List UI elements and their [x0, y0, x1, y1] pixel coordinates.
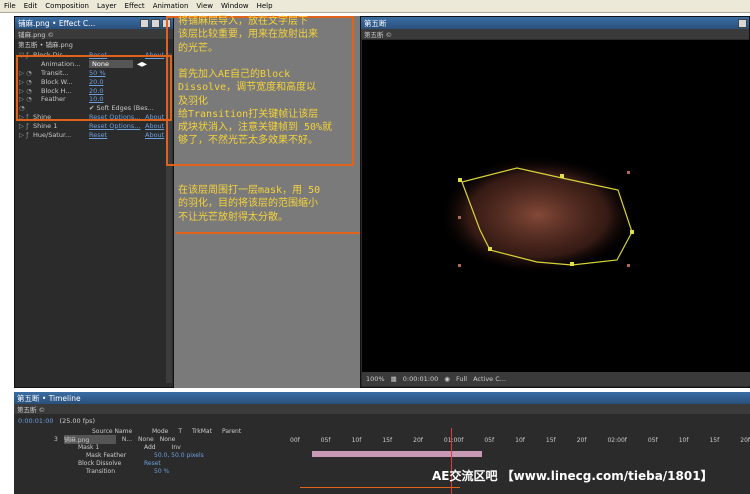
about-link[interactable]: About [145, 122, 164, 130]
camera-icon[interactable]: ◉ [444, 375, 450, 383]
menu-file[interactable]: File [4, 2, 16, 10]
annotation-top: 将铺麻层导入，放在文字层下 该层比较重要，用来在放射出来 的光芒。 [178, 16, 318, 54]
mask-overlay-svg [438, 155, 638, 275]
current-time-indicator[interactable] [451, 428, 452, 494]
ruler-tick: 05f [484, 437, 495, 444]
layer-trkmat[interactable]: None [138, 436, 154, 443]
effect-row-hue-saturation[interactable]: ▷ ƒ Hue/Satur... Reset About [19, 130, 173, 139]
reset-link[interactable]: Reset [89, 131, 145, 139]
keyframe-track-line [300, 487, 460, 488]
transition-value[interactable]: 50 % [154, 468, 169, 475]
transition-name: Transition [86, 467, 116, 475]
about-link[interactable]: About [145, 131, 164, 139]
watermark: AE交流区吧 【www.linecg.com/tieba/1801】 [432, 469, 713, 483]
resolution-select[interactable]: Full [456, 375, 467, 383]
menu-window[interactable]: Window [221, 2, 249, 10]
mask-feather-name: Mask Feather [86, 451, 127, 459]
ruler-tick: 05f [647, 437, 658, 444]
column-mode: Mode [152, 428, 169, 435]
menu-help[interactable]: Help [257, 2, 273, 10]
active-camera-select[interactable]: Active C... [473, 375, 506, 383]
timeline-fps: (25.00 fps) [59, 417, 96, 425]
ruler-tick: 05f [320, 437, 331, 444]
menu-view[interactable]: View [196, 2, 213, 10]
effect-controls-titlebar: 铺麻.png • Effect C... [15, 17, 173, 29]
composition-toolbar: 100% ▦ 0:00:01:00 ◉ Full Active C... [362, 372, 750, 386]
mask-invert[interactable]: Inv [172, 444, 181, 451]
menu-effect[interactable]: Effect [125, 2, 145, 10]
layer-parent[interactable]: None [160, 436, 176, 443]
mask-mode[interactable]: Add [144, 444, 156, 451]
layer-name[interactable]: 铺麻.png [63, 434, 116, 444]
ruler-tick: 20f [740, 437, 750, 444]
composition-titlebar: 第五断 [361, 17, 749, 29]
menu-bar: File Edit Composition Layer Effect Anima… [0, 0, 750, 13]
ruler-tick: 10f [678, 437, 689, 444]
ruler-tick: 15f [382, 437, 393, 444]
timeline-tab[interactable]: 第五断 © [14, 404, 750, 414]
ruler-tick: 02:00f [607, 437, 627, 444]
effect-controls-title: 铺麻.png • Effect C... [18, 18, 96, 28]
ruler-tick: 15f [709, 437, 720, 444]
timeline-time[interactable]: 0:00:01:00 [18, 417, 54, 425]
composition-viewer[interactable] [362, 40, 750, 372]
time-ruler[interactable]: 00f 05f 10f 15f 20f 01:00f 05f 10f 15f 2… [290, 437, 750, 447]
menu-composition[interactable]: Composition [45, 2, 89, 10]
annotation-middle: 首先加入AE自己的Block Dissolve，调节宽度和高度以 及羽化 给Tr… [178, 69, 333, 147]
annotation-mask: 在该层周围打一层mask，用 50 的羽化，目的将该层的范围缩小 不让光芒放射得… [178, 185, 321, 223]
reset-link[interactable]: Reset Options... [89, 122, 145, 130]
timeline-header: 0:00:01:00 (25.00 fps) [14, 414, 750, 428]
maximize-icon[interactable] [151, 18, 160, 28]
column-trkmat: TrkMat [192, 428, 212, 435]
timeline-columns: Source Name Mode T TrkMat Parent [14, 428, 750, 435]
column-t: T [178, 428, 183, 435]
effect-reset[interactable]: Reset [144, 460, 161, 467]
ruler-tick: 15f [545, 437, 556, 444]
effect-row-shine-1[interactable]: ▷ ƒ Shine 1 Reset Options... About [19, 121, 173, 130]
ruler-tick: 00f [290, 437, 300, 444]
ruler-tick: 20f [576, 437, 587, 444]
breadcrumb: 第五断 • 铺麻.png [15, 39, 173, 49]
effect-controls-tab[interactable]: 铺麻.png © [15, 29, 173, 39]
effect-name: Hue/Satur... [33, 130, 72, 139]
ruler-tick: 10f [515, 437, 525, 444]
layer-number: 3 [54, 435, 58, 443]
menu-animation[interactable]: Animation [153, 2, 189, 10]
mask-feather-value[interactable]: 50.0, 50.0 pixels [154, 452, 204, 459]
effect-row[interactable]: Block Dissolve Reset [54, 459, 750, 467]
grid-icon[interactable]: ▦ [391, 375, 397, 383]
effect-name: Block Dissolve [78, 459, 122, 467]
ruler-tick: 01:00f [443, 437, 464, 444]
layer-duration-bar[interactable] [312, 451, 482, 457]
highlight-box-effects [16, 55, 172, 121]
layer-mode[interactable]: N... [122, 436, 132, 443]
minimize-icon[interactable] [738, 18, 747, 28]
minimize-icon[interactable] [140, 18, 149, 28]
composition-tab[interactable]: 第五断 © [361, 29, 749, 39]
mask-name: Mask 1 [78, 443, 100, 451]
timeline-titlebar: 第五断 • Timeline [14, 392, 750, 404]
menu-edit[interactable]: Edit [24, 2, 38, 10]
effect-name: Shine 1 [33, 121, 58, 130]
zoom-select[interactable]: 100% [366, 375, 385, 383]
ruler-tick: 10f [351, 437, 362, 444]
ruler-tick: 20f [413, 437, 423, 444]
time-display[interactable]: 0:00:01:00 [403, 375, 439, 383]
composition-title: 第五断 [364, 18, 387, 28]
column-parent: Parent [221, 428, 242, 435]
menu-layer[interactable]: Layer [97, 2, 117, 10]
timeline-title: 第五断 • Timeline [17, 393, 81, 403]
